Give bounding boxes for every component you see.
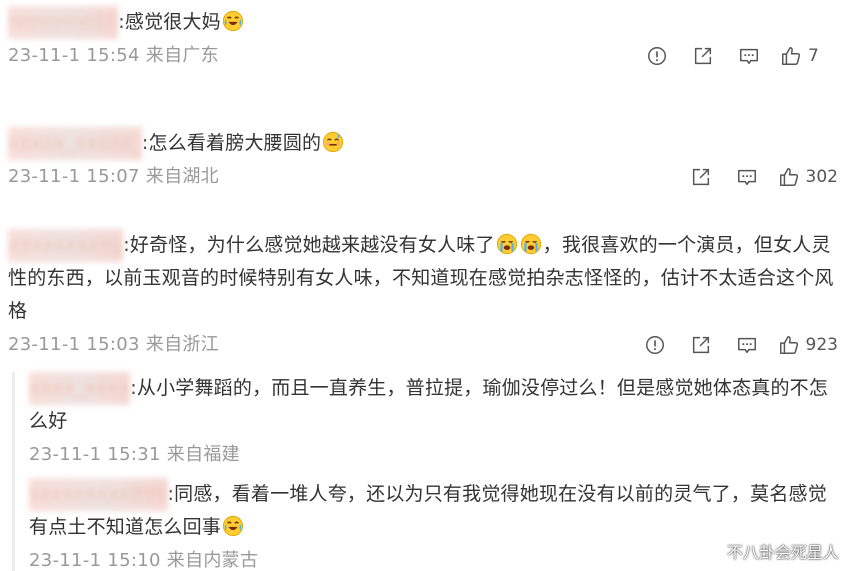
reply-text-block: sxxxxxxxx999:同感，看着一堆人夸，还以为只有我觉得她现在没有以前的灵…: [29, 478, 838, 544]
report-icon: [648, 47, 666, 65]
comment-text: :好奇怪，为什么感觉她越来越没有女人味了: [123, 234, 495, 256]
reply-username[interactable]: sxxxxxxxx999: [29, 478, 168, 511]
reply-meta: 23-11-1 15:10 来自内蒙古: [29, 550, 259, 571]
comment-item: nnnnnnn10:感觉很大妈 23-11-1 15:54 来自广东 7: [8, 6, 838, 73]
reply-item: sxxxxxxxx999:同感，看着一堆人夸，还以为只有我觉得她现在没有以前的灵…: [29, 478, 838, 571]
thumbs-up-icon: [782, 47, 801, 65]
reply-button[interactable]: [724, 160, 770, 194]
like-count: 923: [805, 335, 838, 355]
comment-text: :感觉很大妈: [118, 11, 221, 33]
share-button[interactable]: [678, 160, 724, 194]
like-button[interactable]: 7: [780, 45, 838, 67]
share-icon: [692, 168, 709, 186]
comment-icon: [737, 169, 756, 186]
laugh-cry-emoji-icon: [222, 515, 244, 537]
comment-actions: 923: [632, 328, 838, 362]
comment-text-line: nnnnnnn10:感觉很大妈: [8, 6, 838, 39]
comment-text-block: xxxxxxxxxg:好奇怪，为什么感觉她越来越没有女人味了 ，我很喜欢的一个演员…: [8, 229, 838, 328]
comment-meta: 23-11-1 15:54 来自广东: [8, 45, 219, 66]
comment-icon: [737, 337, 756, 354]
thumbs-up-icon: [779, 168, 798, 186]
report-button[interactable]: [632, 328, 678, 362]
report-icon: [645, 336, 664, 354]
share-icon: [692, 336, 709, 354]
comment-text: :怎么看着膀大腰圆的: [141, 132, 322, 154]
reply-thread: xxxx_xxxx:从小学舞蹈的，而且一直养生，普拉提，瑜伽没停过么！但是感觉她…: [12, 372, 838, 571]
watermark: 不八卦会死星人: [726, 543, 839, 562]
reply-meta: 23-11-1 15:31 来自福建: [29, 444, 240, 465]
like-count: 7: [808, 46, 819, 66]
crying-emoji-icon: [496, 233, 517, 255]
reply-text-block: xxxx_xxxx:从小学舞蹈的，而且一直养生，普拉提，瑜伽没停过么！但是感觉她…: [29, 372, 838, 438]
comment-actions: 302: [678, 160, 838, 194]
comment-username[interactable]: nnnnnnn10: [8, 6, 119, 39]
comment-item: xxxxx_xxxxx_:怎么看着膀大腰圆的 23-11-1 15:07 来自湖…: [8, 127, 838, 194]
like-count: 302: [805, 167, 838, 187]
comment-username[interactable]: xxxxx_xxxxx_: [8, 127, 142, 160]
share-icon: [694, 47, 712, 65]
report-button[interactable]: [634, 39, 680, 73]
comment-item: xxxxxxxxxg:好奇怪，为什么感觉她越来越没有女人味了 ，我很喜欢的一个演员…: [8, 229, 838, 362]
like-button[interactable]: 302: [778, 166, 838, 188]
reply-button[interactable]: [726, 39, 772, 73]
like-button[interactable]: 923: [778, 334, 838, 356]
crying-emoji-icon: [520, 233, 541, 255]
laugh-cry-emoji-icon: [222, 10, 243, 32]
share-button[interactable]: [680, 39, 726, 73]
comment-text-line: xxxxx_xxxxx_:怎么看着膀大腰圆的: [8, 127, 838, 160]
reply-text: :从小学舞蹈的，而且一直养生，普拉提，瑜伽没停过么！但是感觉她体态真的不怎么好: [29, 377, 829, 432]
comment-meta: 23-11-1 15:03 来自浙江: [8, 334, 219, 355]
thumbs-up-icon: [779, 336, 798, 354]
comment-actions: 7: [634, 39, 838, 73]
comment-icon: [740, 48, 758, 65]
comment-meta: 23-11-1 15:07 来自湖北: [8, 166, 219, 187]
comment-username[interactable]: xxxxxxxxxg: [8, 229, 124, 262]
share-button[interactable]: [678, 328, 724, 362]
reply-username[interactable]: xxxx_xxxx: [29, 372, 131, 405]
reply-item: xxxx_xxxx:从小学舞蹈的，而且一直养生，普拉提，瑜伽没停过么！但是感觉她…: [29, 372, 838, 472]
reply-button[interactable]: [724, 328, 770, 362]
embarrassed-emoji-icon: [323, 131, 344, 153]
